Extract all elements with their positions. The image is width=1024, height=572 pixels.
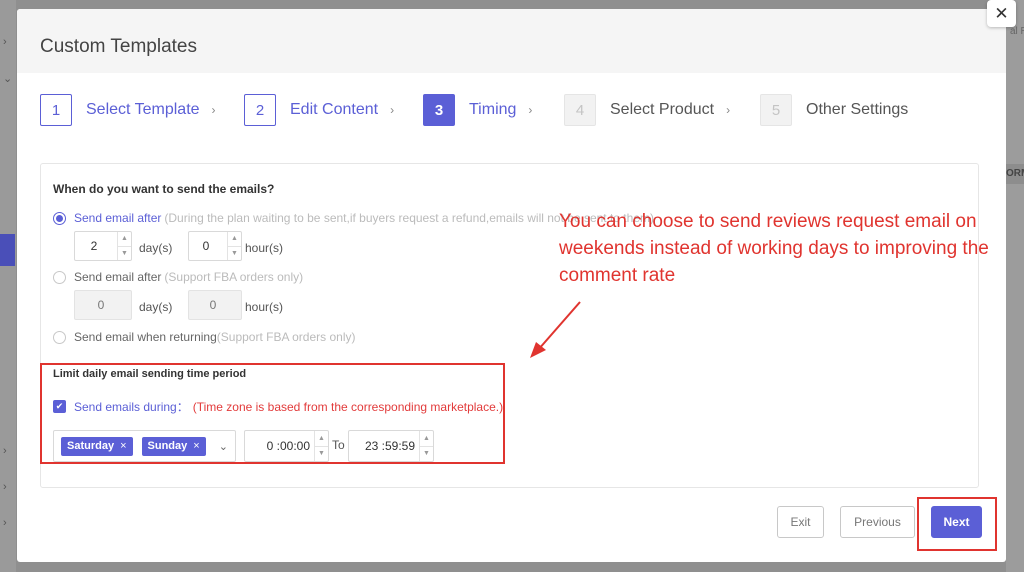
days-input-disabled: 0 (74, 290, 132, 320)
highlight-box-limit-period (40, 363, 505, 464)
highlight-box-next (917, 497, 997, 551)
previous-button[interactable]: Previous (840, 506, 915, 538)
radio-label: Send email after (74, 211, 162, 225)
chevron-right-icon: › (3, 36, 7, 48)
chevron-right-icon: › (3, 445, 7, 457)
days-unit: day(s) (139, 300, 173, 314)
chevron-right-icon: › (3, 517, 7, 529)
radio-send-after-fba-option[interactable]: Send email after (Support FBA orders onl… (53, 270, 303, 284)
background-column-header: ORM (1006, 164, 1024, 184)
caret-up-icon[interactable]: ▲ (228, 232, 241, 246)
background-text: al R (1010, 26, 1024, 37)
hours-input-disabled: 0 (188, 290, 242, 320)
step-label: Select Product (610, 101, 715, 118)
days-input[interactable]: 2 ▲ ▼ (74, 231, 132, 261)
timing-question: When do you want to send the emails? (53, 182, 275, 196)
step-select-template[interactable]: 1 Select Template › (40, 93, 216, 127)
chevron-down-icon: ⌄ (3, 73, 13, 85)
step-label: Select Template (86, 101, 200, 118)
days-value: 2 (90, 239, 98, 253)
chevron-right-icon: › (211, 103, 216, 117)
hours-input[interactable]: 0 ▲ ▼ (188, 231, 242, 261)
step-other-settings: 5 Other Settings (760, 93, 908, 127)
step-edit-content[interactable]: 2 Edit Content › (244, 93, 394, 127)
background-sidebar: › ⌄ › › › (0, 0, 16, 572)
step-label: Edit Content (290, 101, 379, 118)
chevron-right-icon: › (528, 103, 533, 117)
caret-down-icon[interactable]: ▼ (118, 245, 131, 261)
hours-value: 0 (209, 298, 217, 312)
radio-button[interactable] (53, 211, 66, 225)
radio-send-when-returning-option[interactable]: Send email when returning (Support FBA o… (53, 330, 356, 344)
chevron-right-icon: › (3, 481, 7, 493)
days-unit: day(s) (139, 241, 173, 255)
caret-down-icon[interactable]: ▼ (228, 245, 241, 261)
chevron-right-icon: › (726, 103, 731, 117)
modal-title: Custom Templates (40, 36, 197, 57)
step-number: 4 (564, 94, 596, 126)
step-label: Timing (469, 101, 517, 118)
background-active-nav (0, 234, 15, 266)
step-wizard: 1 Select Template › 2 Edit Content › 3 T… (40, 93, 940, 127)
radio-hint: (Support FBA orders only) (216, 330, 356, 344)
step-label: Other Settings (806, 101, 909, 118)
radio-label: Send email when returning (74, 330, 217, 344)
step-number: 1 (40, 94, 72, 126)
exit-button[interactable]: Exit (777, 506, 824, 538)
radio-hint: (Support FBA orders only) (164, 270, 304, 284)
radio-button[interactable] (53, 270, 66, 284)
step-number: 5 (760, 94, 792, 126)
radio-label: Send email after (74, 270, 162, 284)
step-number: 2 (244, 94, 276, 126)
close-icon[interactable]: ✕ (987, 0, 1016, 27)
step-timing[interactable]: 3 Timing › (423, 93, 532, 127)
step-select-product: 4 Select Product › (564, 93, 730, 127)
days-value: 0 (97, 298, 105, 312)
hours-value: 0 (202, 239, 210, 253)
hours-unit: hour(s) (245, 241, 284, 255)
caret-up-icon[interactable]: ▲ (118, 232, 131, 246)
annotation-text: You can choose to send reviews request e… (559, 211, 989, 286)
step-number: 3 (423, 94, 455, 126)
radio-button[interactable] (53, 330, 66, 344)
annotation-arrow-icon (530, 301, 581, 358)
chevron-right-icon: › (390, 103, 395, 117)
hours-unit: hour(s) (245, 300, 284, 314)
